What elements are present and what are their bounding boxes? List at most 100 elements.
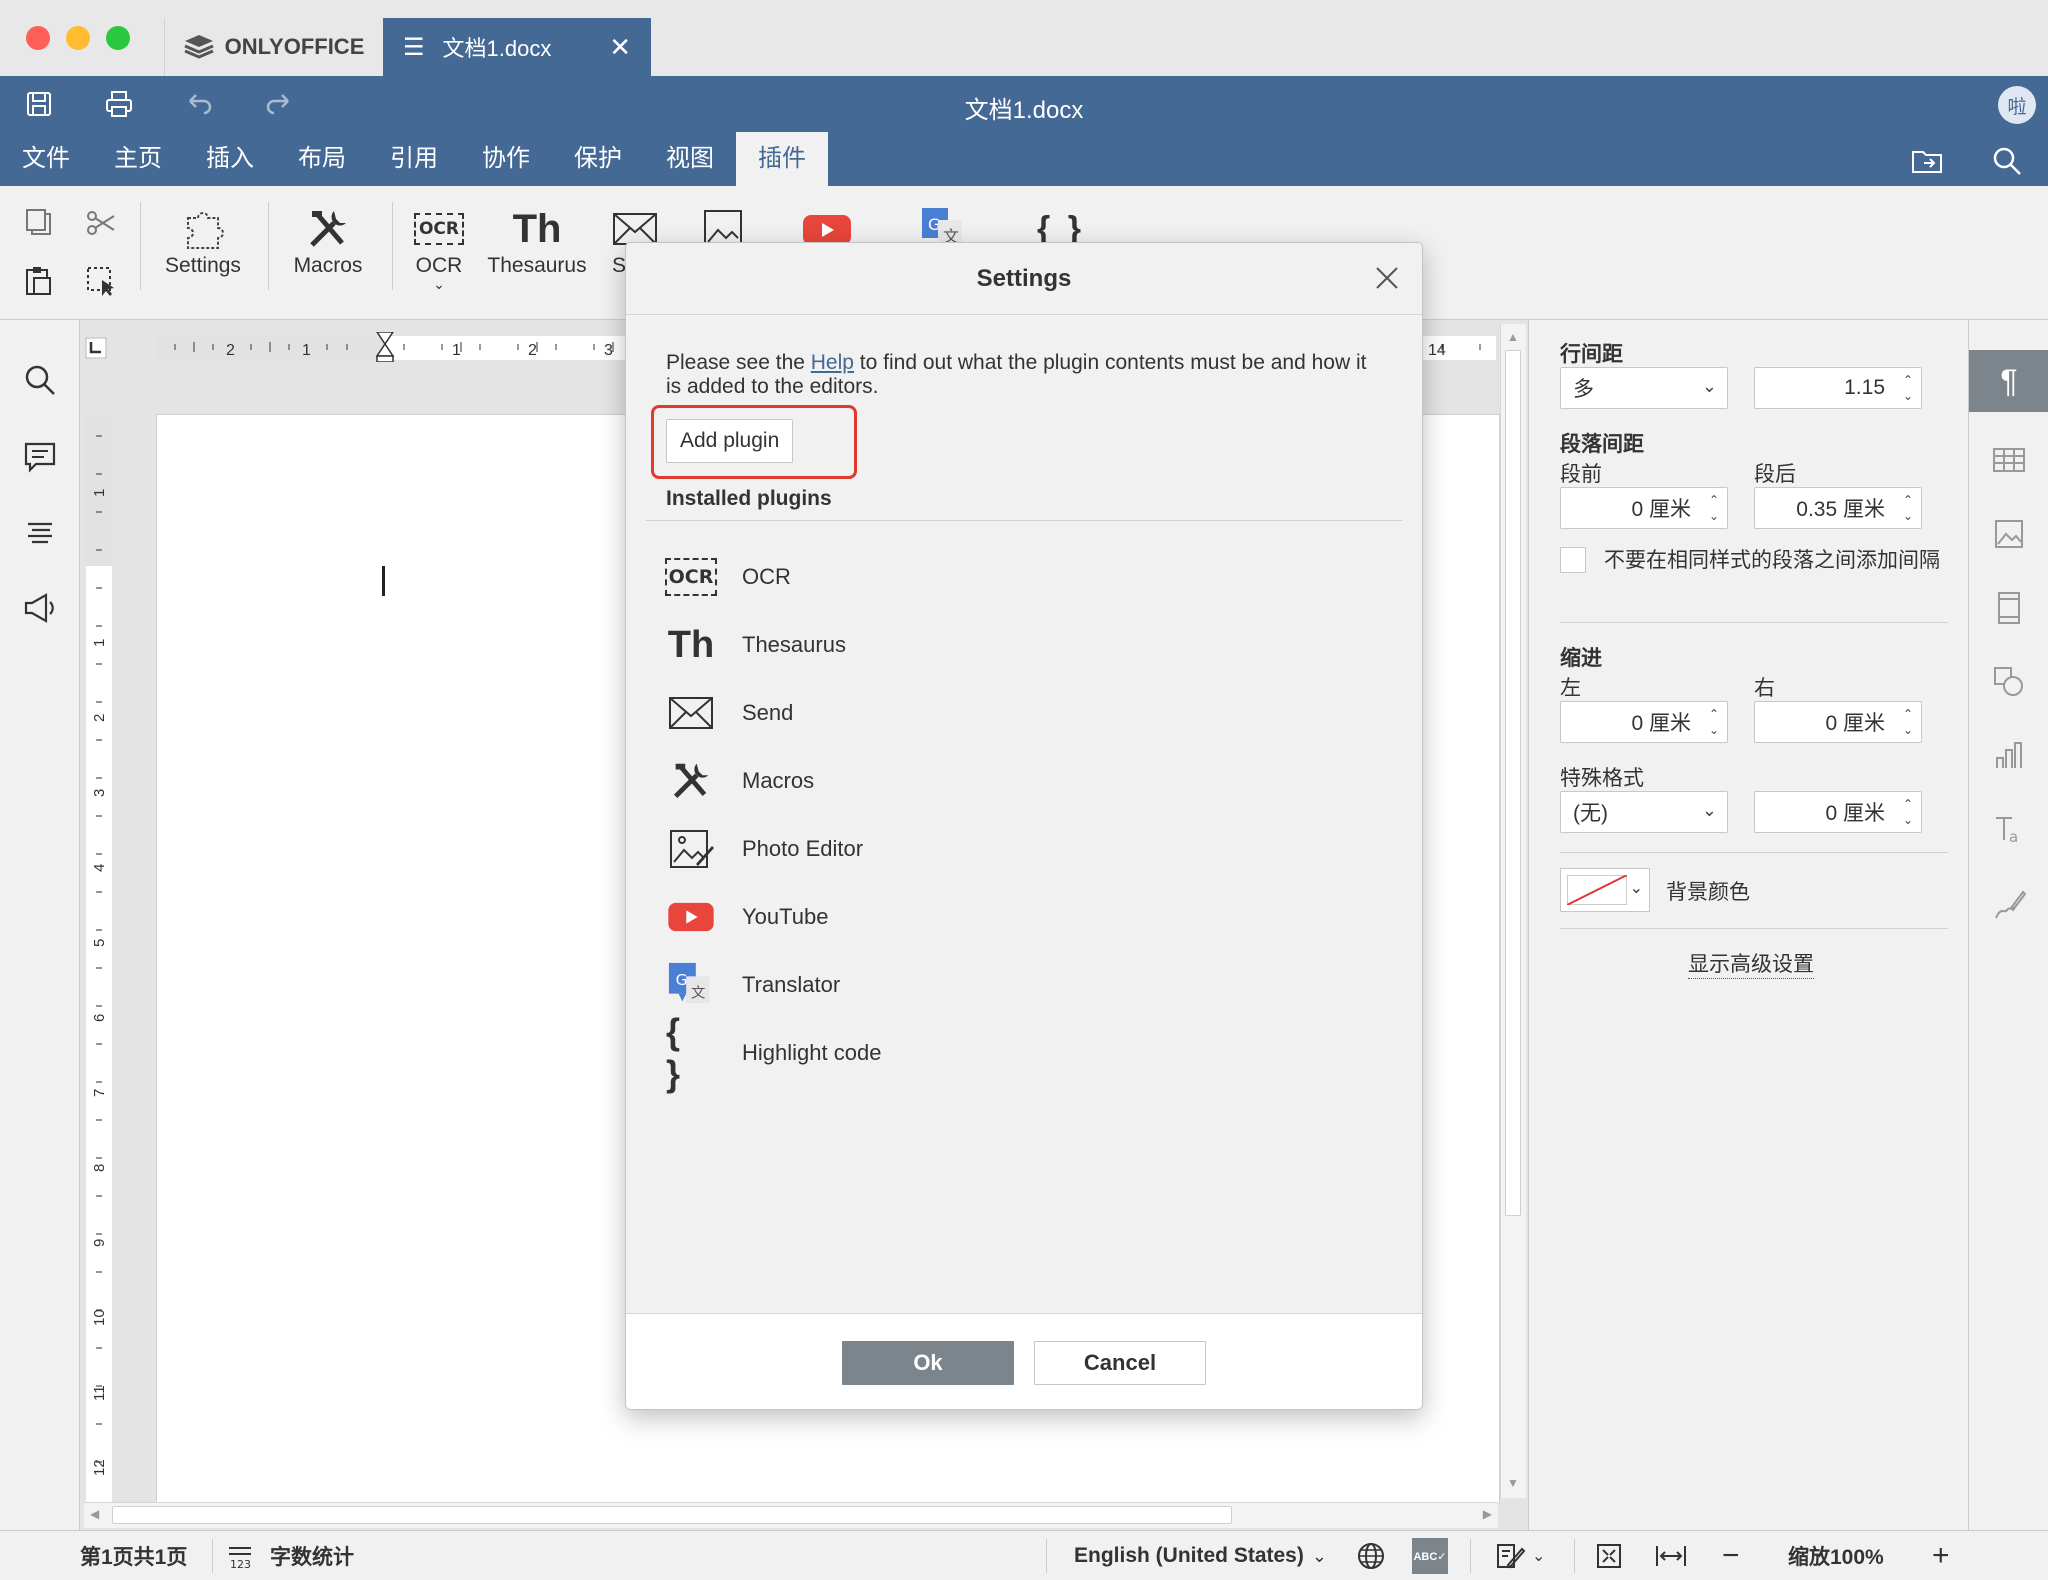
spinner-icon[interactable]: ⌃ ⌄	[1903, 796, 1913, 828]
cut-icon[interactable]	[84, 206, 118, 240]
photo-editor-icon	[670, 830, 714, 868]
feedback-megaphone-icon[interactable]	[22, 590, 58, 626]
search-icon[interactable]	[1990, 144, 2024, 178]
fit-width-icon[interactable]	[1654, 1541, 1688, 1571]
spell-check-icon[interactable]: ABC✓	[1412, 1538, 1448, 1574]
chevron-down-icon: ⌄	[1701, 800, 1717, 820]
close-tab-icon[interactable]: ✕	[609, 32, 631, 63]
spacing-after-value: 0.35 厘米	[1796, 498, 1885, 521]
spinner-icon[interactable]: ⌃ ⌄	[1903, 372, 1913, 404]
onlyoffice-home-tab[interactable]: ONLYOFFICE	[164, 18, 382, 76]
menu-protection[interactable]: 保护	[552, 132, 644, 186]
vertical-ruler[interactable]: 1 1 2 3 4 5 6 7 8 9 10 11 12	[86, 416, 112, 1506]
zoom-out-button[interactable]: −	[1722, 1531, 1740, 1580]
spinner-icon[interactable]: ⌃ ⌄	[1709, 706, 1719, 738]
cancel-button[interactable]: Cancel	[1034, 1341, 1206, 1385]
word-count-button[interactable]: 123 字数统计	[226, 1531, 354, 1580]
plugin-row-thesaurus[interactable]: Th Thesaurus	[666, 619, 846, 671]
plugin-row-youtube[interactable]: YouTube	[666, 891, 828, 943]
thesaurus-icon: Th	[667, 623, 715, 666]
image-settings-icon[interactable]	[1991, 516, 2027, 552]
paragraph-tab[interactable]: ¶	[1969, 350, 2048, 412]
spinner-icon[interactable]: ⌃ ⌄	[1903, 492, 1913, 524]
background-color-picker[interactable]: ⌄	[1560, 868, 1650, 912]
zoom-in-button[interactable]: +	[1932, 1531, 1950, 1580]
special-format-select[interactable]: (无) ⌄	[1560, 791, 1728, 833]
settings-plugin-button[interactable]: Settings	[158, 204, 248, 278]
minimize-window-button[interactable]	[66, 26, 90, 50]
copy-icon[interactable]	[22, 206, 56, 240]
open-file-location-icon[interactable]	[1910, 144, 1944, 178]
settings-plugin-label: Settings	[165, 254, 241, 277]
menu-collaboration[interactable]: 协作	[460, 132, 552, 186]
plugin-row-ocr[interactable]: OCR OCR	[664, 551, 791, 603]
divider	[1574, 1539, 1575, 1573]
scroll-up-arrow[interactable]: ▲	[1507, 330, 1519, 344]
header-footer-icon[interactable]	[1991, 590, 2027, 626]
page-info[interactable]: 第1页共1页	[80, 1531, 187, 1580]
scroll-thumb[interactable]	[1505, 350, 1521, 1216]
vertical-scrollbar[interactable]: ▲ ▼	[1500, 324, 1526, 1498]
advanced-settings-link[interactable]: 显示高级设置	[1688, 948, 1814, 979]
ruler-number: 14	[1428, 342, 1446, 359]
plugin-row-highlight-code[interactable]: { } Highlight code	[666, 1011, 881, 1094]
comments-icon[interactable]	[22, 438, 58, 474]
line-spacing-type-select[interactable]: 多 ⌄	[1560, 367, 1728, 409]
user-avatar[interactable]: 啦	[1998, 86, 2036, 124]
globe-icon[interactable]	[1356, 1541, 1386, 1571]
zoom-window-button[interactable]	[106, 26, 130, 50]
track-changes-button[interactable]: ⌄	[1494, 1531, 1545, 1580]
shape-settings-icon[interactable]	[1991, 664, 2027, 700]
scroll-right-arrow[interactable]: ▶	[1483, 1507, 1492, 1521]
plugin-row-send[interactable]: Send	[666, 687, 793, 739]
menu-file[interactable]: 文件	[0, 132, 92, 186]
menu-view[interactable]: 视图	[644, 132, 736, 186]
select-all-icon[interactable]	[84, 264, 118, 298]
indent-right-input[interactable]: 0 厘米 ⌃ ⌄	[1754, 701, 1922, 743]
ocr-icon: OCR	[664, 558, 718, 596]
close-window-button[interactable]	[26, 26, 50, 50]
text-art-icon[interactable]: a	[1991, 812, 2027, 848]
indent-left-input[interactable]: 0 厘米 ⌃ ⌄	[1560, 701, 1728, 743]
line-spacing-value-input[interactable]: 1.15 ⌃ ⌄	[1754, 367, 1922, 409]
ok-button[interactable]: Ok	[842, 1341, 1014, 1385]
horizontal-scrollbar[interactable]: ◀ ▶	[84, 1502, 1498, 1528]
menu-plugins[interactable]: 插件	[736, 132, 828, 186]
translator-icon: G文	[668, 962, 710, 1004]
spinner-icon[interactable]: ⌃ ⌄	[1903, 706, 1913, 738]
paste-icon[interactable]	[22, 264, 56, 298]
chart-settings-icon[interactable]	[1991, 738, 2027, 774]
signature-icon[interactable]	[1991, 886, 2027, 922]
search-icon[interactable]	[22, 362, 58, 398]
scroll-down-arrow[interactable]: ▼	[1507, 1476, 1519, 1490]
special-amount-input[interactable]: 0 厘米 ⌃ ⌄	[1754, 791, 1922, 833]
thesaurus-button[interactable]: Th Thesaurus	[484, 204, 590, 278]
spinner-icon[interactable]: ⌃ ⌄	[1709, 492, 1719, 524]
macros-button[interactable]: Macros	[284, 204, 372, 278]
menu-references[interactable]: 引用	[368, 132, 460, 186]
menu-insert[interactable]: 插入	[184, 132, 276, 186]
fit-page-icon[interactable]	[1594, 1541, 1624, 1571]
menu-layout[interactable]: 布局	[276, 132, 368, 186]
spacing-after-input[interactable]: 0.35 厘米 ⌃ ⌄	[1754, 487, 1922, 529]
close-icon[interactable]	[1372, 263, 1402, 293]
menu-home[interactable]: 主页	[92, 132, 184, 186]
special-format-value: (无)	[1573, 802, 1608, 825]
document-tab[interactable]: ☰ 文档1.docx ✕	[383, 18, 651, 76]
ocr-label: OCR	[415, 254, 463, 277]
plugin-row-translator[interactable]: G文 Translator	[666, 959, 840, 1011]
plugin-row-photo-editor[interactable]: Photo Editor	[666, 823, 863, 875]
help-link[interactable]: Help	[811, 351, 854, 374]
scroll-thumb[interactable]	[112, 1506, 1232, 1524]
divider	[212, 1539, 213, 1573]
add-plugin-button[interactable]: Add plugin	[666, 419, 794, 463]
navigation-icon[interactable]	[22, 514, 58, 550]
scroll-left-arrow[interactable]: ◀	[90, 1507, 99, 1521]
pilcrow-icon: ¶	[2000, 362, 2018, 399]
language-select[interactable]: English (United States) ⌄	[1074, 1531, 1327, 1580]
no-space-checkbox[interactable]	[1560, 547, 1586, 573]
ocr-button[interactable]: OCR OCR ⌄	[404, 204, 474, 293]
spacing-before-input[interactable]: 0 厘米 ⌃ ⌄	[1560, 487, 1728, 529]
plugin-row-macros[interactable]: Macros	[666, 755, 814, 807]
table-settings-icon[interactable]	[1991, 442, 2027, 478]
